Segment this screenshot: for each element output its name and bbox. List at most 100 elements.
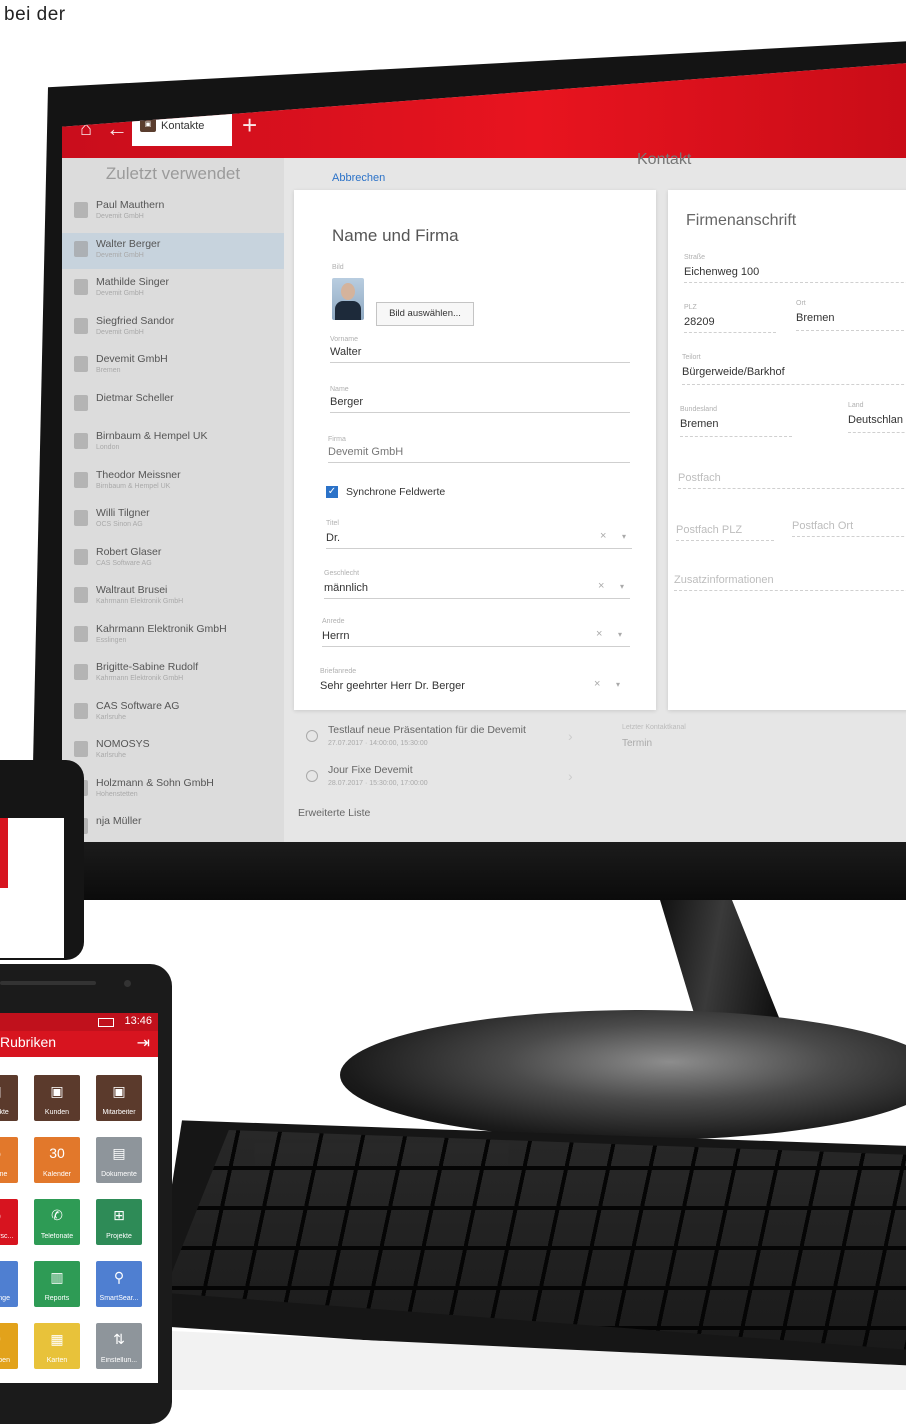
pobox-zip-field[interactable]: Postfach PLZ <box>676 524 742 536</box>
salutation-select[interactable]: Herrn <box>322 630 350 642</box>
sync-fields-checkbox[interactable]: ✓ <box>326 486 338 498</box>
recent-list-item[interactable]: Paul Mauthern Devemit GmbH <box>62 194 284 230</box>
chevron-right-icon: › <box>568 728 573 744</box>
monitor-chin <box>40 840 906 900</box>
recent-list-item[interactable]: Dietmar Scheller <box>62 387 284 423</box>
activity-status-icon <box>306 730 318 742</box>
photo-head <box>341 283 355 300</box>
tile-projekte[interactable]: ⊞ Projekte <box>96 1199 142 1245</box>
background-phone-screen <box>0 818 64 958</box>
activity-item[interactable]: Testlauf neue Präsentation für die Devem… <box>298 720 578 760</box>
zip-field[interactable]: 28209 <box>684 316 715 328</box>
recent-list-item[interactable]: Kahrmann Elektronik GmbH Esslingen <box>62 618 284 654</box>
recent-item-name: Birnbaum & Hempel UK <box>96 430 208 442</box>
recent-list-item[interactable]: Devemit GmbH Bremen <box>62 348 284 384</box>
clear-icon[interactable]: × <box>596 628 602 640</box>
additional-info-field[interactable]: Zusatzinformationen <box>674 574 774 586</box>
add-tab-button[interactable]: + <box>242 110 257 141</box>
clear-icon[interactable]: × <box>598 580 604 592</box>
recent-item-subtitle: Devemit GmbH <box>96 290 144 297</box>
chevron-down-icon[interactable]: ▾ <box>618 630 622 639</box>
pobox-field[interactable]: Postfach <box>678 472 721 484</box>
tile-kalender[interactable]: 30 Kalender <box>34 1137 80 1183</box>
cancel-button[interactable]: Abbrechen <box>332 172 385 184</box>
extended-list-link[interactable]: Erweiterte Liste <box>298 807 370 819</box>
address-card-title: Firmenanschrift <box>686 212 797 229</box>
pobox-city-field[interactable]: Postfach Ort <box>792 520 853 532</box>
tile-vorgänge[interactable]: ✔ Vorgänge <box>0 1261 18 1307</box>
logout-icon[interactable]: ⇥ <box>137 1033 150 1053</box>
tile-karten[interactable]: ▦ Karten <box>34 1323 80 1369</box>
tile-aufgaben[interactable]: ✚ Aufgaben <box>0 1323 18 1369</box>
tile-einstellun[interactable]: ⇅ Einstellun... <box>96 1323 142 1369</box>
customers-icon: ▣ <box>50 1083 64 1099</box>
street-field[interactable]: Eichenweg 100 <box>684 266 759 278</box>
tile-kunden[interactable]: ▣ Kunden <box>34 1075 80 1121</box>
activity-title: Testlauf neue Präsentation für die Devem… <box>328 724 526 736</box>
recent-list-item[interactable]: Holzmann & Sohn GmbH Hohenstetten <box>62 772 284 808</box>
city-field[interactable]: Bremen <box>796 312 835 324</box>
recent-list-item[interactable]: Theodor Meissner Birnbaum & Hempel UK <box>62 464 284 500</box>
recent-list-item[interactable]: Waltraut Brusei Kahrmann Elektronik GmbH <box>62 579 284 615</box>
tile-label: Telefonate <box>40 1233 74 1240</box>
recent-list-item[interactable]: Walter Berger Devemit GmbH <box>62 232 284 269</box>
tile-mitarbeiter[interactable]: ▣ Mitarbeiter <box>96 1075 142 1121</box>
company-address-card: Firmenanschrift Straße Eichenweg 100 PLZ… <box>668 190 906 710</box>
recent-item-subtitle: Bremen <box>96 367 121 374</box>
recent-list-item[interactable]: CAS Software AG Karlsruhe <box>62 695 284 731</box>
company-field[interactable]: Devemit GmbH <box>328 446 403 458</box>
recent-item-name: Robert Glaser <box>96 545 162 558</box>
district-field[interactable]: Bürgerweide/Barkhof <box>682 366 785 378</box>
phone-status-bar: 13:46 <box>0 1013 158 1031</box>
recent-list-item[interactable]: Brigitte-Sabine Rudolf Kahrmann Elektroni… <box>62 656 284 692</box>
recent-list-item[interactable]: Robert Glaser CAS Software AG <box>62 541 284 577</box>
tile-kontakte[interactable]: ▣ Kontakte <box>0 1075 18 1121</box>
clear-icon[interactable]: × <box>594 678 600 690</box>
recent-list-item[interactable]: Willi Tilgner OCS Sinon AG <box>62 502 284 538</box>
tile-reports[interactable]: ▥ Reports <box>34 1261 80 1307</box>
recent-item-name: Siegfried Sandor <box>96 314 175 327</box>
clock-icon: ◷ <box>0 1145 18 1162</box>
field-underline <box>324 598 630 599</box>
firstname-field[interactable]: Walter <box>330 346 361 358</box>
letter-salutation-select[interactable]: Sehr geehrter Herr Dr. Berger <box>320 680 465 692</box>
recent-item-subtitle: Devemit GmbH <box>96 213 144 220</box>
chevron-down-icon[interactable]: ▾ <box>616 680 620 689</box>
recent-list-item[interactable]: Siegfried Sandor Devemit GmbH <box>62 310 284 346</box>
monitor-stand-neck <box>660 900 780 1020</box>
document-icon: ▤ <box>112 1145 126 1161</box>
firstname-label: Vorname <box>330 336 359 343</box>
chevron-down-icon[interactable]: ▾ <box>622 532 626 541</box>
recent-list-item[interactable]: Mathilde Singer Devemit GmbH <box>62 271 284 307</box>
recent-list-item[interactable]: Birnbaum & Hempel UK London <box>62 425 284 461</box>
chevron-down-icon[interactable]: ▾ <box>620 582 624 591</box>
clear-icon[interactable]: × <box>600 530 606 542</box>
contact-icon <box>74 548 88 565</box>
zip-label: PLZ <box>684 304 697 311</box>
sync-fields-label: Synchrone Feldwerte <box>346 486 446 498</box>
lastname-field[interactable]: Berger <box>330 396 363 408</box>
contact-icon <box>74 240 88 257</box>
recent-item-subtitle: Esslingen <box>96 636 127 644</box>
tile-dokumente[interactable]: ▤ Dokumente <box>96 1137 142 1183</box>
contact-icon <box>74 625 88 642</box>
tile-telefonate[interactable]: ✆ Telefonate <box>34 1199 80 1245</box>
todo-icon: ✚ <box>0 1331 18 1348</box>
state-field[interactable]: Bremen <box>680 418 719 430</box>
field-underline <box>680 436 792 437</box>
recent-item-name: NOMOSYS <box>96 738 150 750</box>
recent-list-item[interactable]: NOMOSYS Karlsruhe <box>62 733 284 769</box>
choose-photo-button[interactable]: Bild auswählen... <box>376 302 474 326</box>
tile-termine[interactable]: ◷ Termine <box>0 1137 18 1183</box>
title-select[interactable]: Dr. <box>326 532 340 544</box>
gender-select[interactable]: männlich <box>324 582 368 594</box>
country-field[interactable]: Deutschlan <box>848 414 903 426</box>
tile-label: Projekte <box>106 1233 132 1240</box>
recent-list-item[interactable]: nja Müller <box>62 810 284 842</box>
tile-label: Mitarbeiter <box>102 1109 136 1116</box>
tile-verkaufsc[interactable]: ◉ Verkaufsc... <box>0 1199 18 1245</box>
tile-smartsear[interactable]: ⚲ SmartSear... <box>96 1261 142 1307</box>
recent-item-subtitle: Devemit GmbH <box>96 251 144 259</box>
tile-label: Verkaufsc... <box>0 1233 14 1240</box>
activity-item[interactable]: Jour Fixe Devemit 28.07.2017 · 15:30:00,… <box>298 760 578 800</box>
